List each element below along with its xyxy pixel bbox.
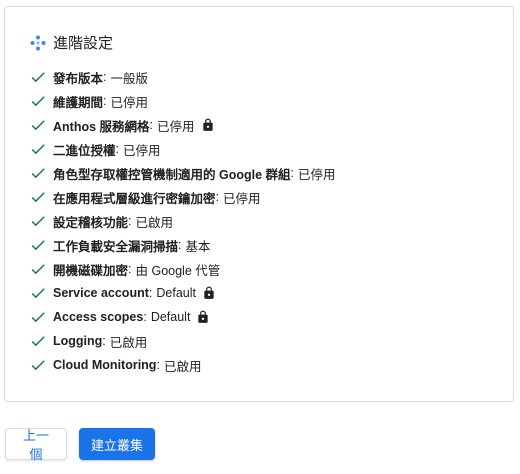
check-icon xyxy=(31,288,45,299)
setting-label: Anthos 服務網格 xyxy=(53,119,150,134)
setting-separator: : xyxy=(103,70,107,84)
settings-row: 二進位授權: 已停用 xyxy=(29,137,336,161)
setting-value: 已啟用 xyxy=(163,359,202,374)
setting-value: Default xyxy=(150,310,191,324)
settings-list: 發布版本: 一般版 維護期間: 已停用 Anthos 服務網格: 已停用 二進位授權: 已停用… xyxy=(29,65,336,377)
setting-label: Service account xyxy=(53,286,149,300)
setting-value: 已停用 xyxy=(157,119,195,134)
lock-icon xyxy=(204,286,214,299)
setting-separator: : xyxy=(128,214,132,228)
settings-row: 在應用程式層級進行密鑰加密: 已停用 xyxy=(29,185,336,209)
setting-label: Access scopes xyxy=(53,310,144,324)
setting-separator: : xyxy=(103,94,107,108)
check-icon xyxy=(31,168,45,179)
check-icon xyxy=(31,312,45,323)
setting-value: 已停用 xyxy=(223,191,261,206)
check-icon xyxy=(31,360,45,371)
settings-row: 角色型存取權控管機制適用的 Google 群組: 已停用 xyxy=(29,161,336,185)
setting-separator: : xyxy=(149,118,154,132)
setting-label: 工作負載安全漏洞掃描 xyxy=(53,239,179,254)
lock-icon xyxy=(202,118,213,131)
setting-value: 已啟用 xyxy=(109,335,148,350)
setting-label: 設定稽核功能 xyxy=(53,215,129,230)
setting-label: 二進位授權 xyxy=(53,143,116,158)
setting-label: 角色型存取權控管機制適用的 Google 群組 xyxy=(53,167,291,182)
settings-row: Access scopes: Default xyxy=(29,305,336,329)
settings-row: Service account: Default xyxy=(29,281,336,305)
setting-separator: : xyxy=(143,310,147,324)
setting-separator: : xyxy=(148,286,153,300)
setting-label: Logging xyxy=(53,334,103,348)
settings-row: 發布版本: 一般版 xyxy=(29,65,336,89)
setting-separator: : xyxy=(178,238,182,252)
settings-row: Cloud Monitoring: 已啟用 xyxy=(29,353,336,377)
setting-value: 已停用 xyxy=(110,95,149,110)
settings-row: 維護期間: 已停用 xyxy=(29,89,336,113)
settings-dots-icon xyxy=(30,35,46,50)
check-icon xyxy=(31,216,45,227)
check-icon xyxy=(31,120,45,131)
setting-separator: : xyxy=(115,142,119,156)
setting-value: 一般版 xyxy=(110,71,149,86)
setting-separator: : xyxy=(102,334,106,348)
check-icon xyxy=(31,72,45,83)
setting-label: 維護期間 xyxy=(53,95,104,110)
setting-separator: : xyxy=(215,190,219,204)
setting-value: 已啟用 xyxy=(135,215,174,230)
setting-value: 已停用 xyxy=(123,143,161,158)
check-icon xyxy=(31,240,45,251)
card-title: 進階設定 xyxy=(53,35,114,52)
setting-separator: : xyxy=(128,262,132,276)
setting-separator: : xyxy=(290,166,294,180)
setting-label: Cloud Monitoring xyxy=(53,358,157,372)
setting-value: 由 Google 代管 xyxy=(135,263,221,278)
setting-label: 開機磁碟加密 xyxy=(53,263,129,278)
setting-value: 已停用 xyxy=(298,167,336,182)
check-icon xyxy=(31,192,45,203)
check-icon xyxy=(31,144,45,155)
advanced-settings-card: 進階設定 發布版本: 一般版 維護期間: 已停用 Anthos 服務網格: 已停用 二進位授… xyxy=(4,6,514,402)
card-header: 進階設定 xyxy=(29,32,113,53)
create-cluster-button[interactable]: 建立叢集 xyxy=(79,428,155,460)
settings-row: 開機磁碟加密: 由 Google 代管 xyxy=(29,257,336,281)
settings-row: 工作負載安全漏洞掃描: 基本 xyxy=(29,233,336,257)
setting-label: 在應用程式層級進行密鑰加密 xyxy=(53,191,216,206)
settings-row: Logging: 已啟用 xyxy=(29,329,336,353)
setting-value: 基本 xyxy=(185,239,211,254)
setting-label: 發布版本 xyxy=(53,71,104,86)
back-button[interactable]: 上一個 xyxy=(5,428,67,462)
check-icon xyxy=(31,336,45,347)
setting-value: Default xyxy=(156,286,196,300)
setting-separator: : xyxy=(156,358,160,372)
check-icon xyxy=(31,264,45,275)
lock-icon xyxy=(198,310,209,323)
settings-row: 設定稽核功能: 已啟用 xyxy=(29,209,336,233)
settings-row: Anthos 服務網格: 已停用 xyxy=(29,113,336,137)
check-icon xyxy=(31,96,45,107)
